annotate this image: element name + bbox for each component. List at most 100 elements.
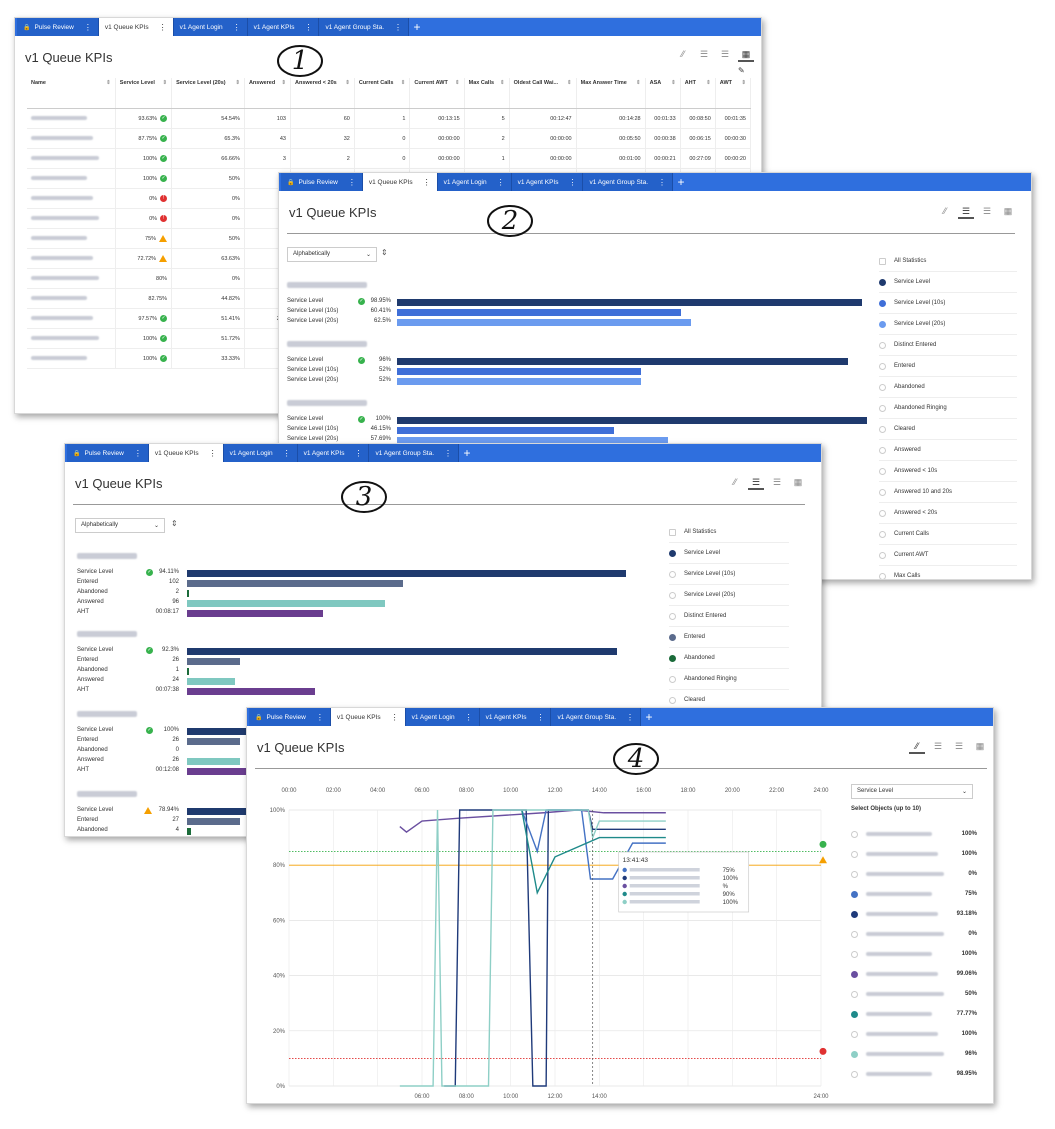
legend-item[interactable]: Service Level (10s) xyxy=(879,293,1017,314)
legend-item[interactable]: All Statistics xyxy=(879,251,1017,272)
tab-agent-group-stats[interactable]: v1 Agent Group Sta. ⋮ xyxy=(583,173,674,191)
bar-row[interactable]: Abandoned 2 xyxy=(77,588,667,598)
bar-view-icon[interactable]: ☰ xyxy=(930,740,946,752)
bar-row[interactable]: Service Level ✓ 94.11% xyxy=(77,568,667,578)
sort-icon[interactable]: ⇕ xyxy=(162,80,167,86)
column-header[interactable]: Max Answer Time ⇕ xyxy=(576,78,646,109)
tab-menu-icon[interactable]: ⋮ xyxy=(497,178,505,187)
bar-row[interactable]: Service Level ✓ 92.3% xyxy=(77,646,667,656)
multi-bar-view-icon[interactable]: ☰ xyxy=(951,740,967,752)
sort-icon[interactable]: ⇕ xyxy=(706,80,711,86)
object-select-icon[interactable] xyxy=(851,930,858,938)
object-item[interactable]: 96% xyxy=(851,1044,977,1064)
legend-item[interactable]: Service Level (20s) xyxy=(669,585,789,606)
object-select-icon[interactable] xyxy=(851,1070,858,1078)
legend-item[interactable]: Service Level xyxy=(669,543,789,564)
legend-item[interactable]: Cleared xyxy=(879,419,1017,440)
bar-row[interactable]: Service Level (10s) 60.41% xyxy=(287,307,877,317)
tab-pulse-review[interactable]: 🔒 Pulse Review ⋮ xyxy=(17,18,99,36)
sort-dropdown[interactable]: Alphabetically ⌄ xyxy=(287,247,377,262)
bar-row[interactable]: Service Level (10s) 52% xyxy=(287,366,877,376)
line-view-icon[interactable]: ⁄⁄ xyxy=(909,740,925,754)
sort-icon[interactable]: ⇕ xyxy=(636,80,641,86)
tab-agent-kpis[interactable]: v1 Agent KPIs ⋮ xyxy=(479,708,552,726)
object-select-icon[interactable] xyxy=(851,850,858,858)
sort-icon[interactable]: ⇕ xyxy=(401,80,406,86)
object-item[interactable]: 99.06% xyxy=(851,964,977,984)
tab-queue-kpis[interactable]: v1 Queue KPIs ⋮ xyxy=(362,173,438,191)
bar-row[interactable]: Entered 102 xyxy=(77,578,667,588)
legend-item[interactable]: Answered < 20s xyxy=(879,503,1017,524)
add-tab-button[interactable]: + xyxy=(641,708,657,726)
object-item[interactable]: 77.77% xyxy=(851,1004,977,1024)
tab-agent-login[interactable]: v1 Agent Login ⋮ xyxy=(173,18,248,36)
tab-pulse-review[interactable]: 🔒 Pulse Review ⋮ xyxy=(281,173,363,191)
object-item[interactable]: 98.95% xyxy=(851,1064,977,1084)
bar[interactable] xyxy=(187,657,240,665)
bar[interactable] xyxy=(187,687,315,695)
bar[interactable] xyxy=(397,367,642,375)
bar[interactable] xyxy=(397,377,642,385)
column-header[interactable]: AHT ⇕ xyxy=(680,78,716,109)
legend-item[interactable]: Distinct Entered xyxy=(669,606,789,627)
tab-menu-icon[interactable]: ⋮ xyxy=(304,23,312,32)
column-header[interactable]: Max Calls ⇕ xyxy=(464,78,510,109)
object-item[interactable]: 100% xyxy=(851,1024,977,1044)
object-select-icon[interactable] xyxy=(851,1010,858,1018)
grid-view-icon[interactable]: ▦ xyxy=(790,476,806,488)
tab-queue-kpis[interactable]: v1 Queue KPIs ⋮ xyxy=(98,18,174,36)
object-item[interactable]: 0% xyxy=(851,924,977,944)
bar-row[interactable]: Service Level ✓ 100% xyxy=(287,415,877,425)
column-header[interactable]: Answered < 20s ⇕ xyxy=(290,78,355,109)
tab-queue-kpis[interactable]: v1 Queue KPIs ⋮ xyxy=(330,708,406,726)
object-item[interactable]: 100% xyxy=(851,844,977,864)
bar-view-icon[interactable]: ☰ xyxy=(696,48,712,60)
tab-menu-icon[interactable]: ⋮ xyxy=(348,178,356,187)
bar[interactable] xyxy=(187,667,189,675)
sort-dropdown[interactable]: Alphabetically ⌄ xyxy=(75,518,165,533)
bar-row[interactable]: Abandoned 1 xyxy=(77,666,667,676)
tab-pulse-review[interactable]: 🔒 Pulse Review ⋮ xyxy=(249,708,331,726)
sort-icon[interactable]: ⇕ xyxy=(500,80,505,86)
add-tab-button[interactable]: + xyxy=(459,444,475,462)
legend-item[interactable]: Current AWT xyxy=(879,545,1017,566)
bar[interactable] xyxy=(187,589,190,597)
bar-view-icon[interactable]: ☰ xyxy=(958,205,974,219)
tab-agent-login[interactable]: v1 Agent Login ⋮ xyxy=(437,173,512,191)
object-item[interactable]: 93.18% xyxy=(851,904,977,924)
column-header[interactable]: Service Level (20s) ⇕ xyxy=(171,78,245,109)
bar[interactable] xyxy=(187,647,618,655)
edit-icon[interactable]: ✎ xyxy=(738,66,745,75)
legend-item[interactable]: Current Calls xyxy=(879,524,1017,545)
legend-item[interactable]: Answered xyxy=(879,440,1017,461)
tab-menu-icon[interactable]: ⋮ xyxy=(465,713,473,722)
bar-row[interactable]: Service Level ✓ 96% xyxy=(287,356,877,366)
bar-row[interactable]: AHT 00:08:17 xyxy=(77,608,667,618)
table-row[interactable]: 93.63% ✓ 54.54% 103 60 1 00:13:15 5 00:12:47 00:1… xyxy=(27,108,752,129)
bar[interactable] xyxy=(397,308,681,316)
multi-bar-view-icon[interactable]: ☰ xyxy=(769,476,785,488)
object-select-icon[interactable] xyxy=(851,870,858,878)
tab-menu-icon[interactable]: ⋮ xyxy=(209,449,217,458)
column-header[interactable]: Service Level ⇕ xyxy=(115,78,173,109)
bar-row[interactable]: Service Level (20s) 52% xyxy=(287,376,877,386)
tab-menu-icon[interactable]: ⋮ xyxy=(134,449,142,458)
legend-item[interactable]: Entered xyxy=(879,356,1017,377)
tab-menu-icon[interactable]: ⋮ xyxy=(444,449,452,458)
object-item[interactable]: 100% xyxy=(851,824,977,844)
tab-menu-icon[interactable]: ⋮ xyxy=(391,713,399,722)
tab-menu-icon[interactable]: ⋮ xyxy=(233,23,241,32)
bar[interactable] xyxy=(187,569,626,577)
bar[interactable] xyxy=(187,827,192,835)
grid-view-icon[interactable]: ▦ xyxy=(1000,205,1016,217)
tab-pulse-review[interactable]: 🔒 Pulse Review ⋮ xyxy=(67,444,149,462)
object-item[interactable]: 50% xyxy=(851,984,977,1004)
tab-menu-icon[interactable]: ⋮ xyxy=(316,713,324,722)
bar[interactable] xyxy=(187,599,385,607)
legend-item[interactable]: Abandoned Ringing xyxy=(879,398,1017,419)
object-select-icon[interactable] xyxy=(851,830,858,838)
legend-item[interactable]: Entered xyxy=(669,627,789,648)
legend-item[interactable]: Answered 10 and 20s xyxy=(879,482,1017,503)
object-item[interactable]: 75% xyxy=(851,884,977,904)
column-header[interactable]: Oldest Call Wai... ⇕ xyxy=(509,78,577,109)
